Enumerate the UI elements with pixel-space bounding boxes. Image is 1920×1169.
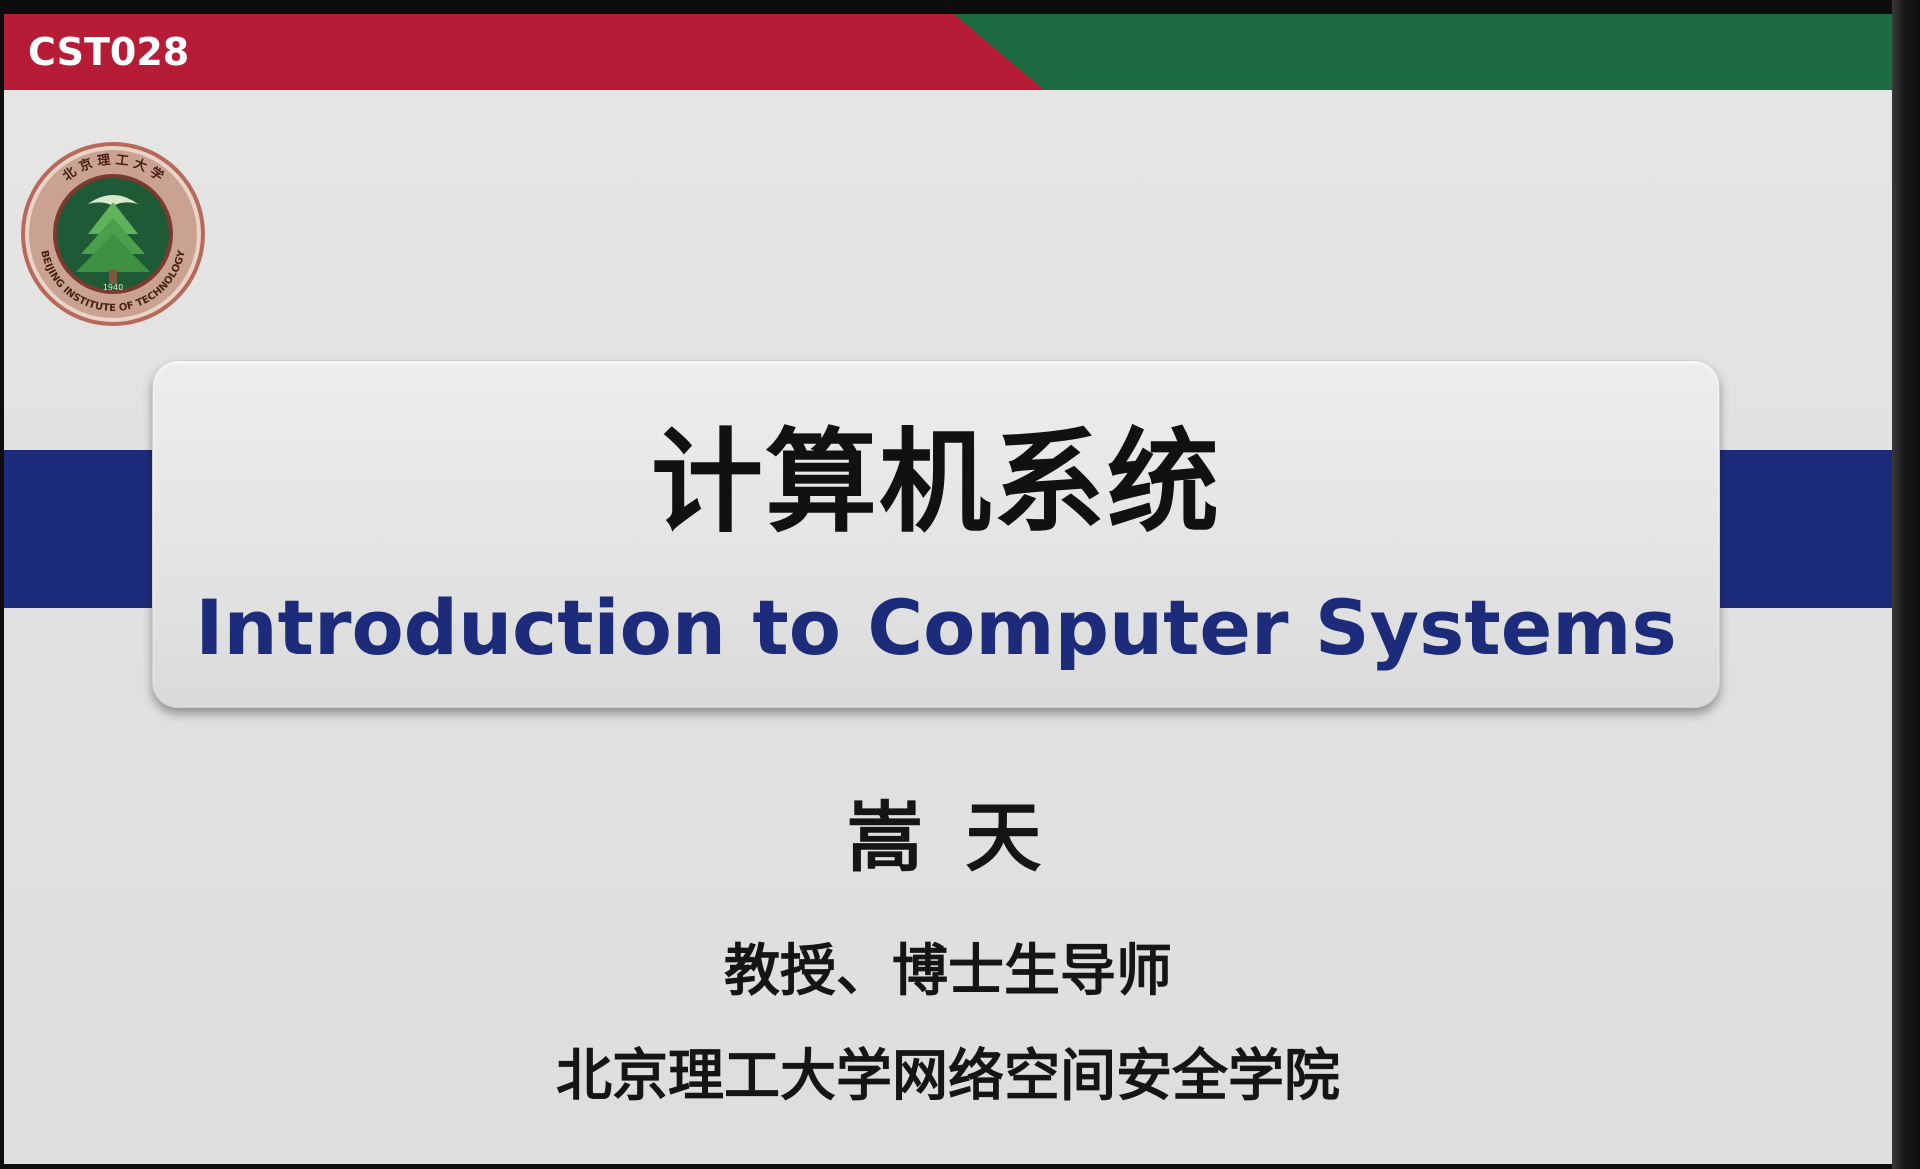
course-title-chinese: 计算机系统 xyxy=(651,418,1221,548)
right-edge-shadow xyxy=(1892,0,1920,1169)
course-title-english: Introduction to Computer Systems xyxy=(195,583,1677,672)
svg-text:1940: 1940 xyxy=(103,283,123,292)
title-card: 计算机系统 Introduction to Computer Systems xyxy=(152,360,1720,708)
video-frame: CST028 北 京 理 工 大 学 BEIJING INSTITUTE OF … xyxy=(0,0,1920,1169)
author-name: 嵩 天 xyxy=(846,793,1050,882)
author-title: 教授、博士生导师 xyxy=(724,939,1172,1004)
slide: CST028 北 京 理 工 大 学 BEIJING INSTITUTE OF … xyxy=(4,14,1892,1164)
course-code: CST028 xyxy=(28,30,190,74)
author-affiliation: 北京理工大学网络空间安全学院 xyxy=(556,1044,1340,1109)
top-banner: CST028 xyxy=(4,14,1892,90)
bit-university-seal-icon: 北 京 理 工 大 学 BEIJING INSTITUTE OF TECHNOL… xyxy=(18,134,208,338)
